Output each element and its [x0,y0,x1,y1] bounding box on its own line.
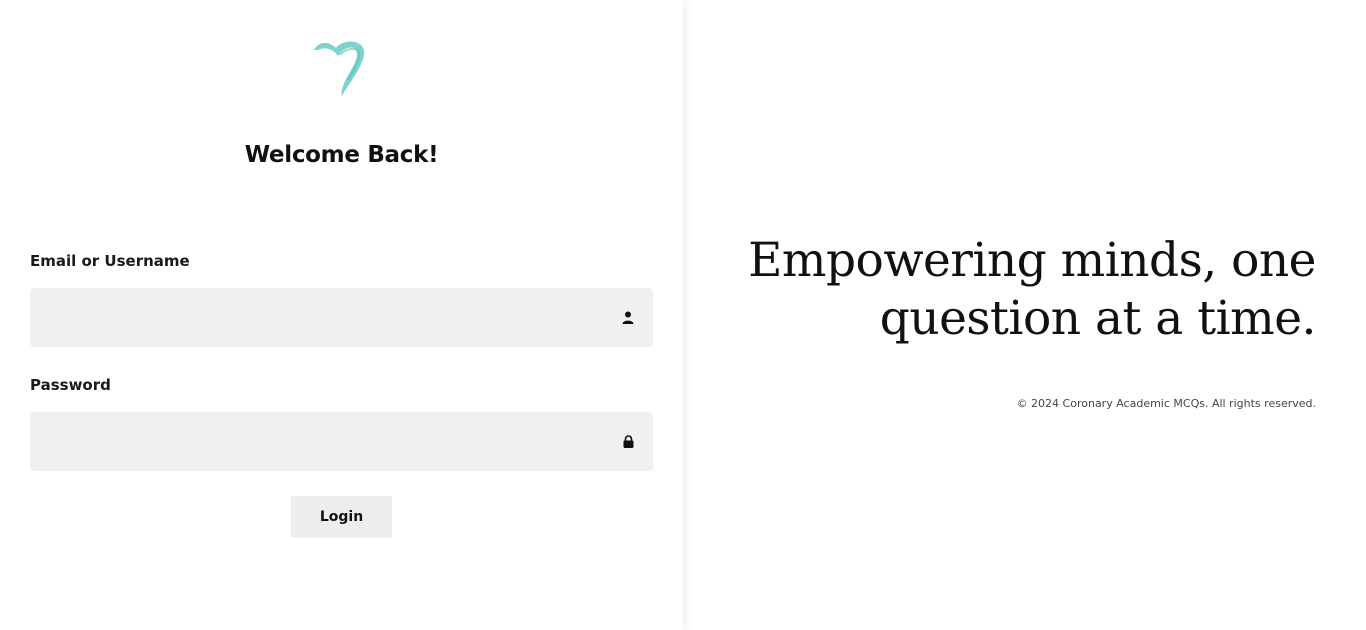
email-field-wrapper [30,288,653,347]
lock-icon [621,435,635,449]
welcome-heading: Welcome Back! [244,142,439,168]
password-input[interactable] [30,412,653,471]
hero-tagline: Empowering minds, one question at a time… [748,233,1316,346]
login-panel: Welcome Back! Email or Username Password… [0,0,683,630]
password-field-label: Password [30,376,111,394]
login-button[interactable]: Login [291,496,392,538]
password-field-wrapper [30,412,653,471]
email-username-input[interactable] [30,288,653,347]
user-icon [621,311,635,325]
hero-panel: Empowering minds, one question at a time… [683,0,1366,630]
logo-icon [310,38,368,98]
email-field-label: Email or Username [30,252,190,270]
copyright-text: © 2024 Coronary Academic MCQs. All right… [1016,397,1316,410]
